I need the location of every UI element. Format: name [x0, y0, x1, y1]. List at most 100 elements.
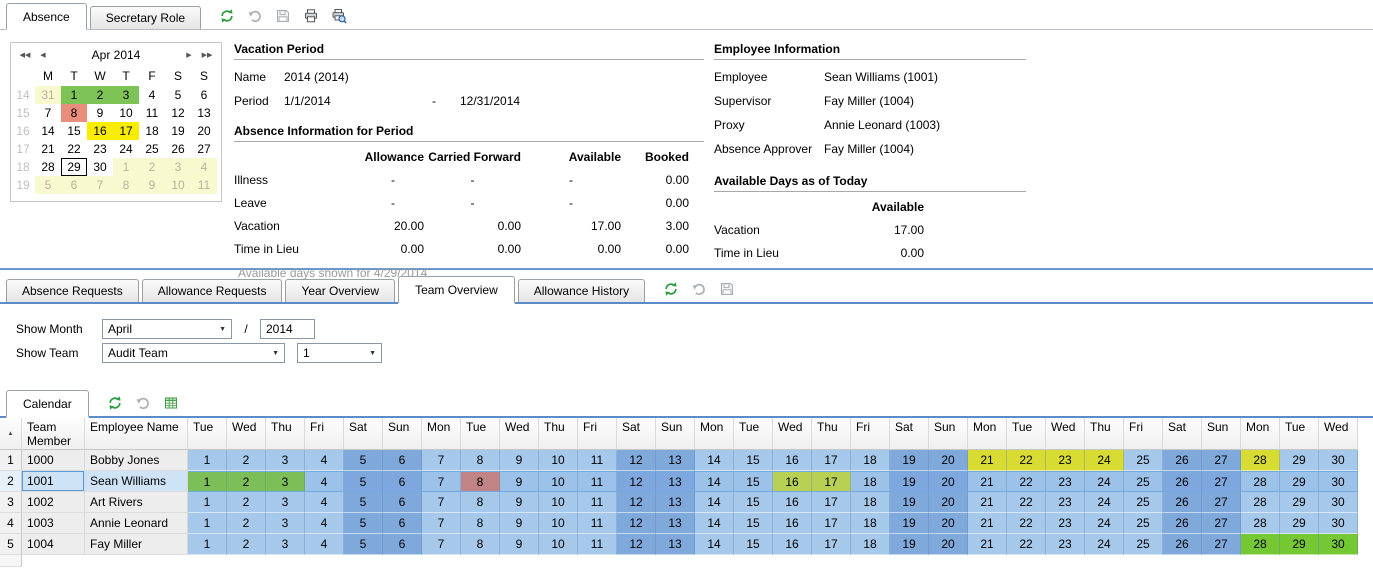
grid-day-cell[interactable]: 30 — [1319, 471, 1358, 492]
grid-day-cell[interactable]: 12 — [617, 513, 656, 534]
grid-day-cell[interactable]: 18 — [851, 471, 890, 492]
grid-day-cell[interactable]: 12 — [617, 534, 656, 555]
calendar-day-cell[interactable]: 1 — [61, 86, 87, 104]
grid-day-cell[interactable]: 10 — [539, 471, 578, 492]
grid-day-cell[interactable]: 4 — [305, 471, 344, 492]
calendar-day-cell[interactable]: 13 — [191, 104, 217, 122]
undo-icon[interactable] — [134, 394, 152, 412]
grid-day-cell[interactable]: 29 — [1280, 450, 1319, 471]
grid-day-cell[interactable]: 29 — [1280, 471, 1319, 492]
calendar-day-cell[interactable]: 3 — [113, 86, 139, 104]
grid-day-cell[interactable]: 20 — [929, 471, 968, 492]
calendar-day-cell[interactable]: 22 — [61, 140, 87, 158]
year-input[interactable]: 2014 — [260, 319, 315, 339]
calendar-day-cell[interactable]: 9 — [87, 104, 113, 122]
calendar-day-cell[interactable]: 2 — [139, 158, 165, 176]
grid-day-cell[interactable]: 3 — [266, 450, 305, 471]
grid-day-cell[interactable]: 15 — [734, 513, 773, 534]
grid-day-cell[interactable]: 5 — [344, 534, 383, 555]
grid-day-cell[interactable]: 22 — [1007, 450, 1046, 471]
undo-icon[interactable] — [246, 7, 264, 25]
grid-day-cell[interactable]: 19 — [890, 513, 929, 534]
grid-day-cell[interactable]: 10 — [539, 450, 578, 471]
grid-day-cell[interactable]: 21 — [968, 534, 1007, 555]
grid-day-cell[interactable]: 13 — [656, 450, 695, 471]
table-row[interactable]: 51004Fay Miller1234567891011121314151617… — [0, 534, 1362, 555]
grid-day-cell[interactable]: 23 — [1046, 492, 1085, 513]
grid-day-cell[interactable]: 18 — [851, 492, 890, 513]
save-icon[interactable] — [718, 280, 736, 298]
grid-day-cell[interactable]: 6 — [383, 450, 422, 471]
tab-year-overview[interactable]: Year Overview — [285, 279, 395, 302]
grid-day-cell[interactable]: 11 — [578, 471, 617, 492]
grid-day-cell[interactable]: 15 — [734, 471, 773, 492]
grid-day-cell[interactable]: 13 — [656, 513, 695, 534]
grid-day-cell[interactable]: 26 — [1163, 450, 1202, 471]
grid-day-cell[interactable]: 5 — [344, 513, 383, 534]
calendar-day-cell[interactable]: 1 — [113, 158, 139, 176]
calendar-day-cell[interactable]: 27 — [191, 140, 217, 158]
table-row[interactable]: 11000Bobby Jones123456789101112131415161… — [0, 450, 1362, 471]
grid-day-cell[interactable]: 13 — [656, 471, 695, 492]
grid-day-cell[interactable]: 28 — [1241, 492, 1280, 513]
grid-day-cell[interactable]: 3 — [266, 471, 305, 492]
grid-day-cell[interactable]: 9 — [500, 450, 539, 471]
row-team-member[interactable]: 1004 — [22, 534, 85, 555]
grid-day-cell[interactable]: 16 — [773, 513, 812, 534]
calendar-day-cell[interactable]: 17 — [113, 122, 139, 140]
table-icon[interactable] — [162, 394, 180, 412]
grid-day-cell[interactable]: 12 — [617, 492, 656, 513]
calendar-day-cell[interactable]: 24 — [113, 140, 139, 158]
grid-day-cell[interactable]: 27 — [1202, 513, 1241, 534]
grid-day-cell[interactable]: 1 — [188, 534, 227, 555]
calendar-day-cell[interactable]: 26 — [165, 140, 191, 158]
grid-day-cell[interactable]: 5 — [344, 450, 383, 471]
grid-day-cell[interactable]: 17 — [812, 471, 851, 492]
grid-day-cell[interactable]: 7 — [422, 534, 461, 555]
row-employee-name[interactable]: Art Rivers — [85, 492, 188, 513]
calendar-day-cell[interactable]: 6 — [61, 176, 87, 194]
grid-day-cell[interactable]: 1 — [188, 471, 227, 492]
calendar-day-cell[interactable]: 25 — [139, 140, 165, 158]
grid-day-cell[interactable]: 20 — [929, 450, 968, 471]
grid-day-cell[interactable]: 6 — [383, 492, 422, 513]
calendar-day-cell[interactable]: 8 — [61, 104, 87, 122]
row-employee-name[interactable]: Bobby Jones — [85, 450, 188, 471]
grid-day-cell[interactable]: 9 — [500, 513, 539, 534]
calendar-day-cell[interactable]: 7 — [87, 176, 113, 194]
grid-day-cell[interactable]: 11 — [578, 513, 617, 534]
grid-day-cell[interactable]: 23 — [1046, 513, 1085, 534]
grid-day-cell[interactable]: 24 — [1085, 450, 1124, 471]
refresh-icon[interactable] — [218, 7, 236, 25]
calendar-day-cell[interactable]: 16 — [87, 122, 113, 140]
grid-day-cell[interactable]: 24 — [1085, 471, 1124, 492]
grid-day-cell[interactable]: 21 — [968, 513, 1007, 534]
grid-day-cell[interactable]: 7 — [422, 450, 461, 471]
grid-day-cell[interactable]: 2 — [227, 513, 266, 534]
tab-calendar[interactable]: Calendar — [6, 390, 89, 418]
grid-day-cell[interactable]: 9 — [500, 534, 539, 555]
row-team-member[interactable]: 1002 — [22, 492, 85, 513]
grid-day-cell[interactable]: 24 — [1085, 492, 1124, 513]
grid-day-cell[interactable]: 4 — [305, 492, 344, 513]
calendar-day-cell[interactable]: 6 — [191, 86, 217, 104]
grid-day-cell[interactable]: 22 — [1007, 513, 1046, 534]
grid-day-cell[interactable]: 19 — [890, 492, 929, 513]
column-header-employee-name[interactable]: Employee Name — [85, 418, 188, 450]
grid-day-cell[interactable]: 17 — [812, 534, 851, 555]
calendar-prev-month-icon[interactable]: ◀ — [34, 51, 52, 59]
grid-day-cell[interactable]: 18 — [851, 450, 890, 471]
grid-day-cell[interactable]: 8 — [461, 492, 500, 513]
grid-day-cell[interactable]: 16 — [773, 492, 812, 513]
calendar-day-cell[interactable]: 23 — [87, 140, 113, 158]
grid-day-cell[interactable]: 27 — [1202, 492, 1241, 513]
calendar-day-cell[interactable]: 21 — [35, 140, 61, 158]
grid-day-cell[interactable]: 11 — [578, 492, 617, 513]
grid-day-cell[interactable]: 13 — [656, 534, 695, 555]
grid-day-cell[interactable]: 14 — [695, 471, 734, 492]
grid-day-cell[interactable]: 24 — [1085, 513, 1124, 534]
calendar-day-cell[interactable]: 19 — [165, 122, 191, 140]
grid-day-cell[interactable]: 21 — [968, 471, 1007, 492]
calendar-prev-year-icon[interactable]: ◀◀ — [16, 51, 34, 59]
grid-day-cell[interactable]: 25 — [1124, 513, 1163, 534]
